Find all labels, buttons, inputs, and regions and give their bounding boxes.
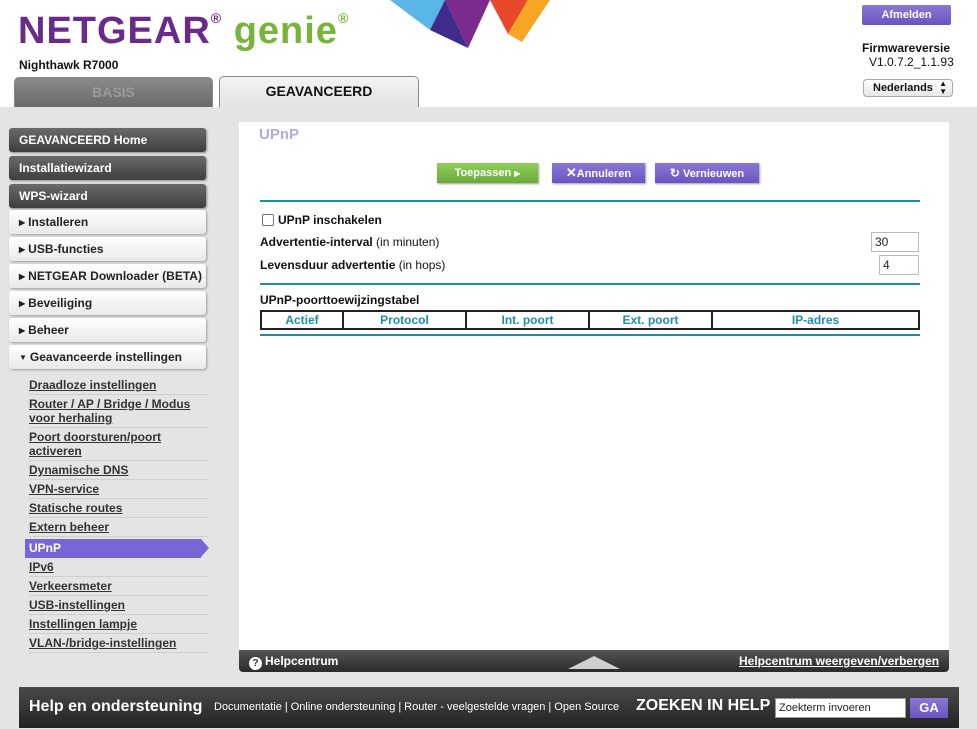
sidebar-item-ipv6[interactable]: IPv6: [29, 560, 208, 577]
model-name: Nighthawk R7000: [19, 58, 119, 72]
divider: [260, 200, 920, 202]
sidebar-section-downloader[interactable]: ▶ NETGEAR Downloader (BETA): [9, 264, 206, 288]
column-header-actief: Actief: [260, 310, 344, 330]
port-mapping-table: Actief Protocol Int. poort Ext. poort IP…: [260, 310, 920, 330]
logo-netgear-text: NETGEAR: [18, 10, 211, 52]
sidebar-section-geavanceerde-instellingen[interactable]: ▼ Geavanceerde instellingen: [9, 345, 206, 369]
sidebar-item-instellingen-lampje[interactable]: Instellingen lampje: [29, 617, 208, 634]
apply-button[interactable]: Toepassen ▶: [437, 163, 538, 183]
help-question-icon: ?: [249, 657, 262, 670]
section-label: NETGEAR Downloader (BETA): [28, 269, 202, 283]
refresh-label: Vernieuwen: [682, 168, 745, 180]
sidebar-item-draadloze-instellingen[interactable]: Draadloze instellingen: [29, 378, 208, 395]
footer-link-open-source[interactable]: Open Source: [554, 701, 619, 713]
adv-interval-label-bold: Advertentie-interval: [260, 235, 373, 249]
sidebar-item-vlan-bridge[interactable]: VLAN-/bridge-instellingen: [29, 636, 208, 653]
triangle-right-icon: ▶: [19, 272, 26, 281]
separator: |: [398, 701, 402, 713]
column-header-protocol: Protocol: [342, 310, 467, 330]
adv-interval-unit: (in minuten): [376, 235, 440, 249]
firmware-version: V1.0.7.2_1.1.93: [869, 55, 954, 69]
footer-links: Documentatie | Online ondersteuning | Router…: [214, 701, 619, 713]
separator: |: [548, 701, 552, 713]
triangle-right-icon: ▶: [19, 245, 26, 254]
sidebar-section-beveiliging[interactable]: ▶ Beveiliging: [9, 291, 206, 315]
triangle-right-icon: ▶: [19, 299, 26, 308]
footer-link-faq[interactable]: Router - veelgestelde vragen: [404, 701, 545, 713]
tab-basis[interactable]: BASIS: [14, 77, 213, 107]
triangle-right-icon: ▶: [19, 218, 26, 227]
triangle-right-icon: ▶: [19, 326, 26, 335]
upnp-enable-label: UPnP inschakelen: [278, 213, 382, 227]
triangle-down-icon: ▼: [19, 353, 27, 362]
footer-link-online-ondersteuning[interactable]: Online ondersteuning: [291, 701, 396, 713]
sidebar-item-router-ap-bridge[interactable]: Router / AP / Bridge / Modus voor herhal…: [29, 397, 208, 428]
cancel-label: Annuleren: [576, 168, 632, 180]
language-value: Nederlands: [873, 82, 933, 94]
adv-ttl-unit: (in hops): [398, 258, 446, 272]
adv-interval-input[interactable]: 30: [871, 232, 919, 252]
select-arrows-icon: ▲ ▼: [939, 79, 947, 96]
upnp-enable-checkbox[interactable]: [262, 214, 274, 226]
sidebar-installatiewizard[interactable]: Installatiewizard: [9, 156, 206, 180]
close-icon: ✕: [565, 165, 577, 180]
language-select[interactable]: Nederlands ▲ ▼: [863, 79, 953, 97]
help-center-label[interactable]: ? Helpcentrum: [249, 654, 338, 670]
sidebar-item-poort-doorsturen[interactable]: Poort doorsturen/poort activeren: [29, 430, 208, 461]
sidebar-item-vpn-service[interactable]: VPN-service: [29, 482, 208, 499]
firmware-label: Firmwareversie: [862, 41, 951, 55]
help-search-go-button[interactable]: GA: [910, 698, 948, 718]
section-label: Installeren: [28, 215, 89, 229]
sidebar-geavanceerd-home[interactable]: GEAVANCEERD Home: [9, 128, 206, 152]
sidebar-section-beheer[interactable]: ▶ Beheer: [9, 318, 206, 342]
sidebar-item-usb-instellingen[interactable]: USB-instellingen: [29, 598, 208, 615]
tab-geavanceerd[interactable]: GEAVANCEERD: [219, 76, 419, 108]
sidebar-item-dynamische-dns[interactable]: Dynamische DNS: [29, 463, 208, 480]
footer-search-label: ZOEKEN IN HELP: [636, 697, 771, 714]
adv-interval-label: Advertentie-interval (in minuten): [260, 235, 439, 249]
refresh-icon: ↻: [669, 166, 680, 180]
column-header-ip-adres: IP-adres: [711, 310, 920, 330]
sidebar-section-usb-functies[interactable]: ▶ USB-functies: [9, 237, 206, 261]
adv-ttl-label: Levensduur advertentie (in hops): [260, 258, 445, 272]
cancel-button[interactable]: ✕Annuleren: [552, 163, 645, 183]
separator: |: [284, 701, 288, 713]
section-label: Beheer: [28, 323, 69, 337]
upnp-enable-row: UPnP inschakelen: [262, 213, 382, 227]
column-header-ext-poort: Ext. poort: [588, 310, 713, 330]
expand-help-arrow-icon[interactable]: [568, 656, 620, 669]
table-header-row: Actief Protocol Int. poort Ext. poort IP…: [260, 310, 920, 330]
adv-ttl-label-bold: Levensduur advertentie: [260, 258, 396, 272]
play-arrow-icon: ▶: [514, 169, 521, 178]
logo-genie-text: genie: [233, 10, 338, 52]
divider: [260, 283, 920, 285]
footer-title: Help en ondersteuning: [29, 698, 203, 715]
decorative-triangles: [390, 0, 550, 48]
netgear-genie-logo: NETGEAR® genie®: [18, 10, 350, 52]
section-label: USB-functies: [28, 242, 104, 256]
sidebar-item-statische-routes[interactable]: Statische routes: [29, 501, 208, 518]
sidebar-item-upnp[interactable]: UPnP: [25, 539, 209, 558]
adv-ttl-input[interactable]: 4: [879, 255, 919, 275]
column-header-int-poort: Int. poort: [465, 310, 590, 330]
apply-label: Toepassen: [454, 167, 512, 179]
help-center-toggle-link[interactable]: Helpcentrum weergeven/verbergen: [739, 654, 939, 668]
section-label: Geavanceerde instellingen: [29, 350, 182, 364]
page-title: UPnP: [259, 126, 300, 143]
sidebar-item-verkeersmeter[interactable]: Verkeersmeter: [29, 579, 208, 596]
refresh-button[interactable]: ↻ Vernieuwen: [655, 163, 759, 183]
header: NETGEAR® genie® Nighthawk R7000 Afmelden…: [0, 0, 977, 108]
footer-link-documentatie[interactable]: Documentatie: [214, 701, 282, 713]
help-search-input[interactable]: Zoekterm invoeren: [775, 698, 906, 718]
logout-button[interactable]: Afmelden: [862, 5, 951, 25]
help-center-text: Helpcentrum: [265, 654, 339, 668]
port-mapping-table-title: UPnP-poorttoewijzingstabel: [260, 293, 420, 307]
sidebar-section-installeren[interactable]: ▶ Installeren: [9, 210, 206, 234]
sidebar-item-extern-beheer[interactable]: Extern beheer: [29, 520, 208, 537]
divider: [260, 334, 920, 336]
sidebar-wps-wizard[interactable]: WPS-wizard: [9, 184, 206, 208]
section-label: Beveiliging: [28, 296, 93, 310]
